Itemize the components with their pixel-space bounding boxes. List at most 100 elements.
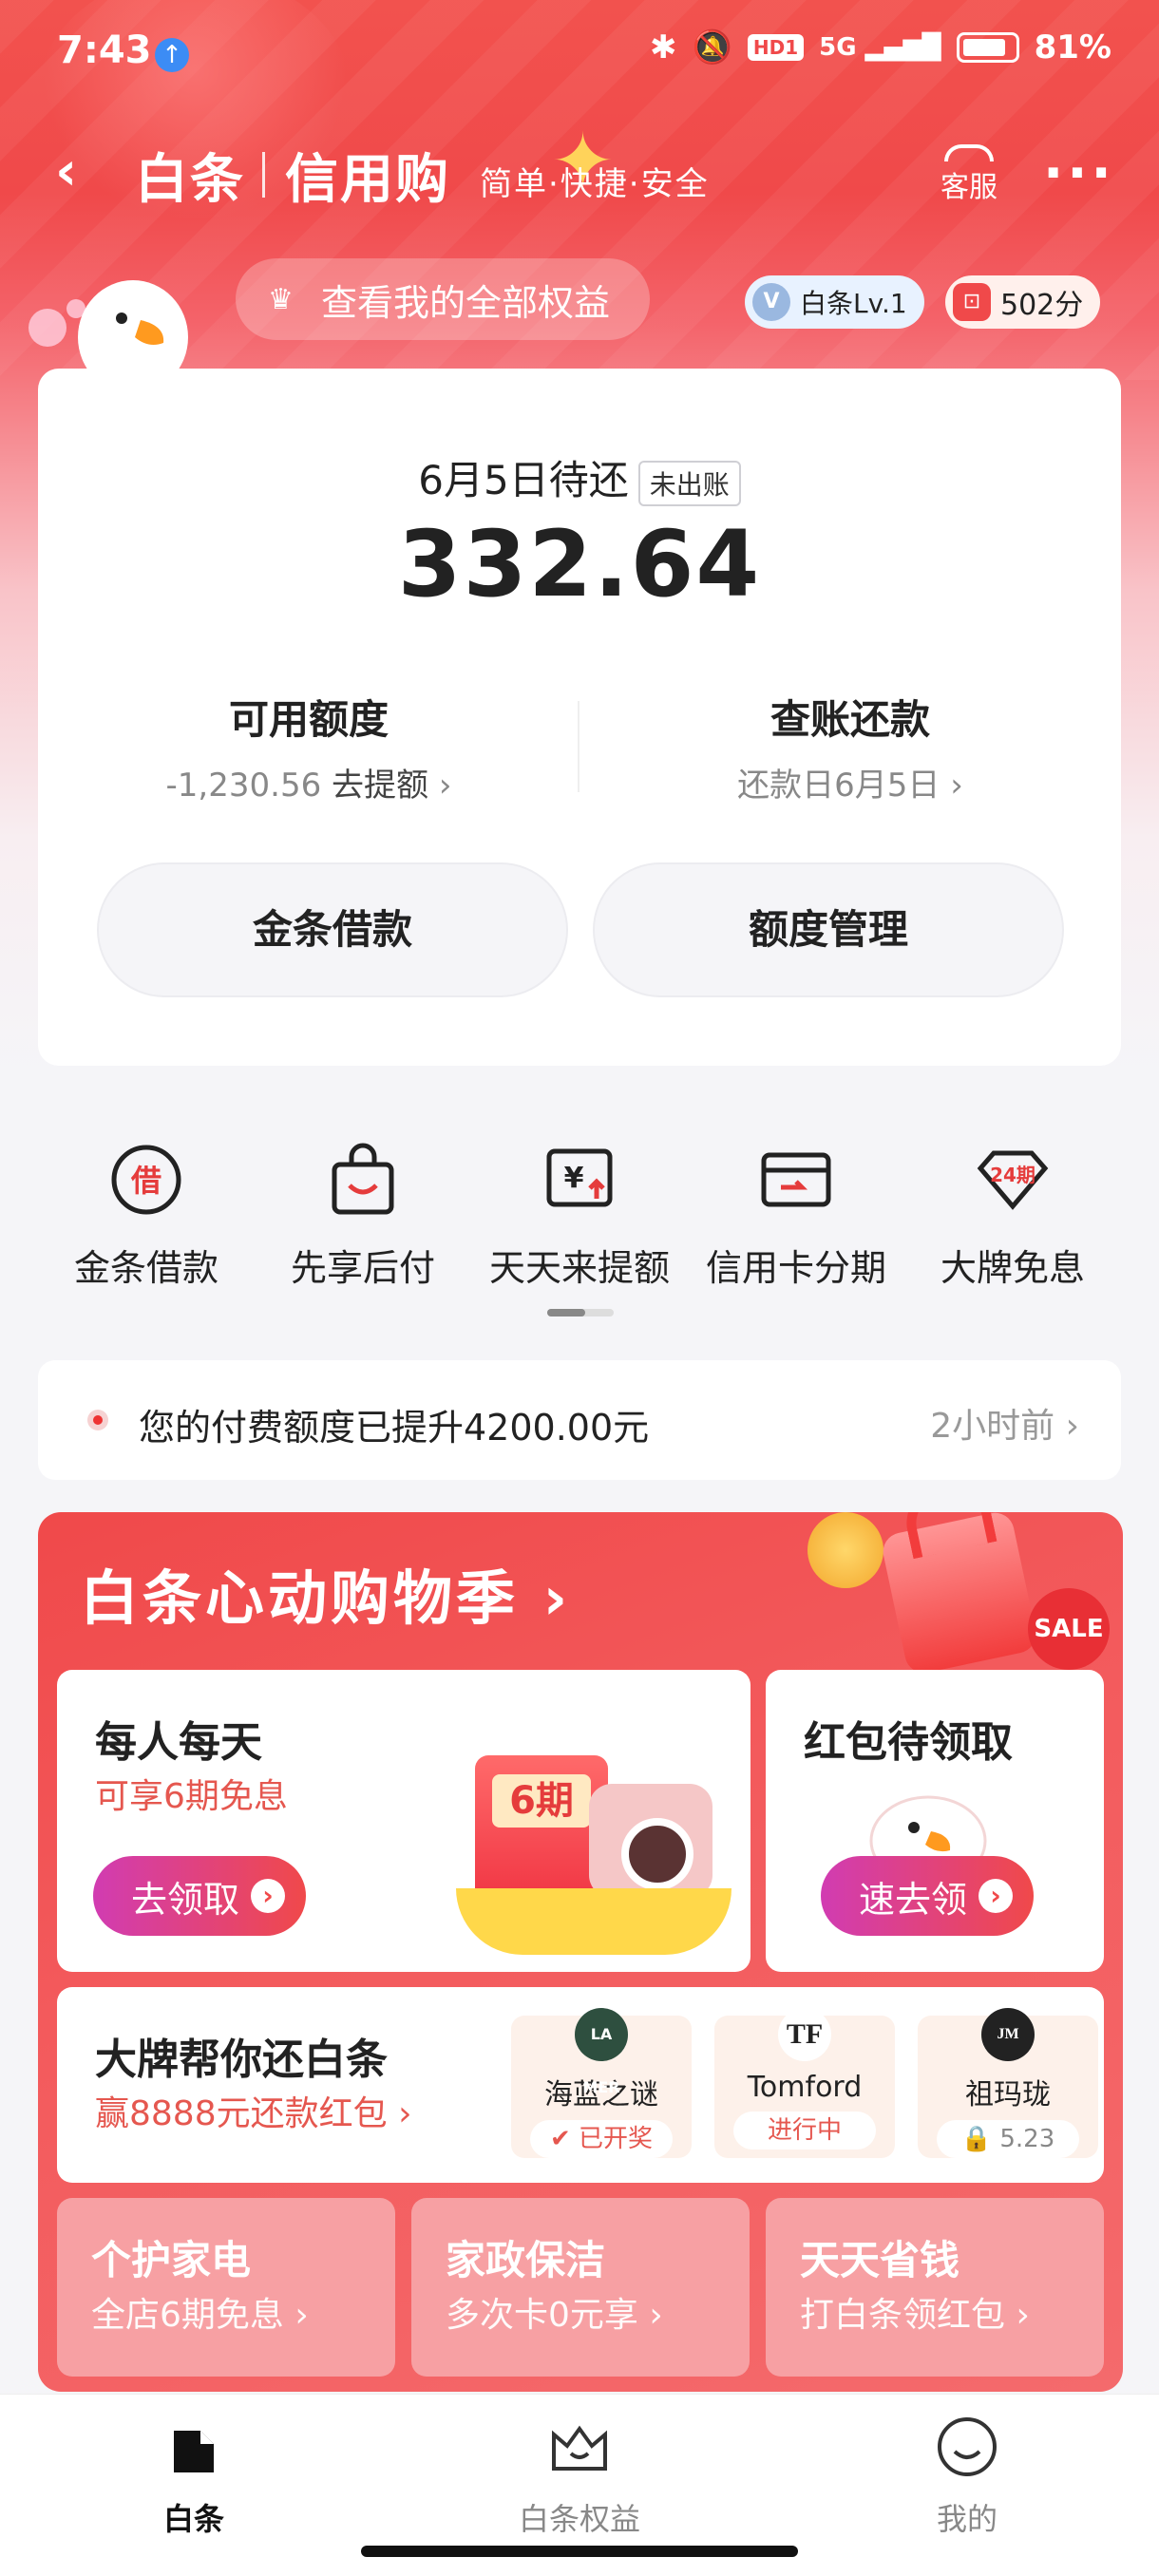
brand-status: 进行中 xyxy=(733,2112,876,2150)
small-card-title: 个护家电 xyxy=(91,2237,252,2283)
sale-badge: SALE xyxy=(1028,1588,1110,1670)
brand-name: 祖玛珑 xyxy=(965,2078,1051,2112)
status-icons: ✱ 🔕 HD1 5G ▂▄▆█ 81% xyxy=(650,28,1112,66)
nav-bar: ‹ 白条 信用购 ✦ 简单·快捷·安全 客服 ··· xyxy=(0,123,1159,218)
level-badge[interactable]: V 白条Lv.1 xyxy=(745,275,924,329)
view-all-benefits-button[interactable]: ♛ 查看我的全部权益 xyxy=(236,258,650,340)
gold-loan-button[interactable]: 金条借款 xyxy=(97,862,568,997)
promo-housekeeping[interactable]: 家政保洁 多次卡0元享 › xyxy=(411,2198,750,2377)
signal-icon: 5G ▂▄▆█ xyxy=(819,33,941,62)
credit-score-badge[interactable]: ⊡ 502分 xyxy=(945,275,1101,329)
installment-tag: 6期 xyxy=(492,1774,591,1828)
level-shield-icon: V xyxy=(752,283,790,321)
status-bar: 7:43 ↑ ✱ 🔕 HD1 5G ▂▄▆█ 81% xyxy=(0,0,1159,114)
benefits-label: 查看我的全部权益 xyxy=(321,281,611,324)
available-title: 可用额度 xyxy=(228,696,389,743)
grab-now-label: 速去领 xyxy=(859,1878,968,1921)
battery-icon xyxy=(956,32,1019,63)
due-amount[interactable]: 332.64 xyxy=(38,511,1121,617)
arrow-right-icon: › xyxy=(978,1879,1014,1913)
shopping-bag-icon xyxy=(332,1143,394,1215)
slogan: 简单·快捷·安全 xyxy=(480,165,710,203)
quick-action-borrow[interactable]: 借 金条借款 xyxy=(38,1130,255,1291)
brand-repay-card[interactable]: 大牌帮你还白条 赢8888元还款红包 › LA MER 海蓝之谜 ✔ 已开奖 T… xyxy=(57,1987,1104,2183)
promo-section: 白条心动购物季 › SALE 每人每天 可享6期免息 去领取 › 6期 红包待领… xyxy=(38,1512,1123,2392)
svg-text:¥: ¥ xyxy=(564,1162,584,1195)
brand-jomalone[interactable]: JM 祖玛珑 🔒 5.23 xyxy=(918,2008,1098,2158)
level-label: 白条Lv.1 xyxy=(800,288,907,319)
claim-button[interactable]: 去领取 › xyxy=(93,1856,307,1936)
bluetooth-icon: ✱ xyxy=(650,28,677,66)
notification-bar[interactable]: 您的付费额度已提升4200.00元 2小时前 › xyxy=(38,1360,1121,1480)
more-menu-button[interactable]: ··· xyxy=(1043,142,1115,204)
alert-dot-icon xyxy=(87,1410,108,1430)
status-time: 7:43 xyxy=(57,28,152,72)
quick-action-credit-card[interactable]: 信用卡分期 xyxy=(688,1130,904,1291)
red-packet-card[interactable]: 红包待领取 速去领 › xyxy=(766,1670,1104,1972)
tab-label: 我的 xyxy=(936,2501,998,2537)
home-indicator[interactable] xyxy=(361,2546,798,2557)
check-bill-repay[interactable]: 查账还款 还款日6月5日 › xyxy=(580,688,1121,805)
brand-tomford[interactable]: TF Tomford 进行中 xyxy=(714,2008,895,2158)
brand-lamer[interactable]: LA MER 海蓝之谜 ✔ 已开奖 xyxy=(511,2008,692,2158)
promo-personal-care[interactable]: 个护家电 全店6期免息 › xyxy=(57,2198,395,2377)
tab-label: 白条权益 xyxy=(518,2501,640,2537)
small-card-subtitle: 多次卡0元享 › xyxy=(446,2296,663,2335)
score-label: 502分 xyxy=(1000,289,1084,322)
tab-baitiao[interactable]: 白条 xyxy=(80,2414,308,2539)
brand-subtitle: 信用购 xyxy=(285,149,450,211)
daily-free-interest-card[interactable]: 每人每天 可享6期免息 去领取 › 6期 xyxy=(57,1670,750,1972)
24-installment-icon: 24期 xyxy=(977,1150,1049,1210)
smile-icon xyxy=(938,2417,997,2476)
jomalone-logo-icon: JM xyxy=(981,2008,1035,2061)
yuan-up-icon: ¥ xyxy=(546,1148,613,1207)
brand-name: Tomford xyxy=(747,2071,863,2104)
baitiao-icon xyxy=(174,2431,214,2472)
duck-mascot xyxy=(28,280,188,385)
shopping-bag-decoration xyxy=(879,1512,1040,1676)
quick-action-pay-later[interactable]: 先享后付 xyxy=(255,1130,471,1291)
available-row: -1,230.56 去提额 › xyxy=(38,759,580,805)
upload-icon: ↑ xyxy=(155,38,189,72)
brand-divider xyxy=(262,152,265,198)
bill-status-tag: 未出账 xyxy=(637,460,741,506)
promo-save-money[interactable]: 天天省钱 打白条领红包 › xyxy=(766,2198,1104,2377)
quick-action-brand-free[interactable]: 24期 大牌免息 xyxy=(904,1130,1121,1291)
customer-service-button[interactable]: 客服 xyxy=(940,144,998,205)
available-value: -1,230.56 xyxy=(165,767,322,805)
notice-time: 2小时前 › xyxy=(930,1407,1079,1446)
quick-action-raise-limit[interactable]: ¥ 天天来提额 xyxy=(471,1130,688,1291)
quick-action-label: 大牌免息 xyxy=(940,1247,1085,1289)
svg-text:借: 借 xyxy=(130,1163,162,1199)
due-row: 6月5日待还 未出账 xyxy=(38,448,1121,506)
crown-icon xyxy=(552,2425,607,2471)
brand-title: 白条 xyxy=(135,149,245,211)
page-indicator xyxy=(547,1309,614,1316)
card-title: 红包待领取 xyxy=(804,1718,1013,1767)
camera-image xyxy=(589,1784,712,1898)
tab-benefits[interactable]: 白条权益 xyxy=(466,2414,694,2539)
grab-now-button[interactable]: 速去领 › xyxy=(821,1856,1035,1936)
repay-row: 还款日6月5日 › xyxy=(580,759,1121,805)
chevron-right-icon: › xyxy=(438,767,452,805)
card-title: 大牌帮你还白条 xyxy=(95,2036,388,2084)
tab-mine[interactable]: 我的 xyxy=(853,2414,1081,2539)
quick-actions: 借 金条借款 先享后付 ¥ 天天来提额 信用卡分期 24期 大牌免息 xyxy=(38,1130,1121,1301)
brand-status: 🔒 5.23 xyxy=(937,2120,1079,2158)
small-card-title: 天天省钱 xyxy=(800,2237,960,2283)
limit-management-button[interactable]: 额度管理 xyxy=(593,862,1064,997)
tab-label: 白条 xyxy=(162,2501,224,2537)
card-title: 每人每天 xyxy=(95,1718,262,1767)
card-subtitle: 可享6期免息 xyxy=(95,1777,288,1816)
available-credit[interactable]: 可用额度 -1,230.56 去提额 › xyxy=(38,688,580,805)
quick-action-label: 金条借款 xyxy=(73,1247,218,1289)
headset-icon xyxy=(944,144,994,161)
quick-action-label: 天天来提额 xyxy=(488,1247,670,1289)
promo-title[interactable]: 白条心动购物季 › xyxy=(80,1550,571,1636)
bill-card: 6月5日待还 未出账 332.64 可用额度 -1,230.56 去提额 › 查账… xyxy=(38,369,1121,1066)
back-button[interactable]: ‹ xyxy=(55,141,77,202)
raise-limit-link[interactable]: 去提额 xyxy=(332,767,428,805)
repay-title: 查账还款 xyxy=(770,696,930,743)
lamer-logo-icon: LA MER xyxy=(575,2008,628,2096)
battery-level: 81% xyxy=(1034,28,1112,66)
